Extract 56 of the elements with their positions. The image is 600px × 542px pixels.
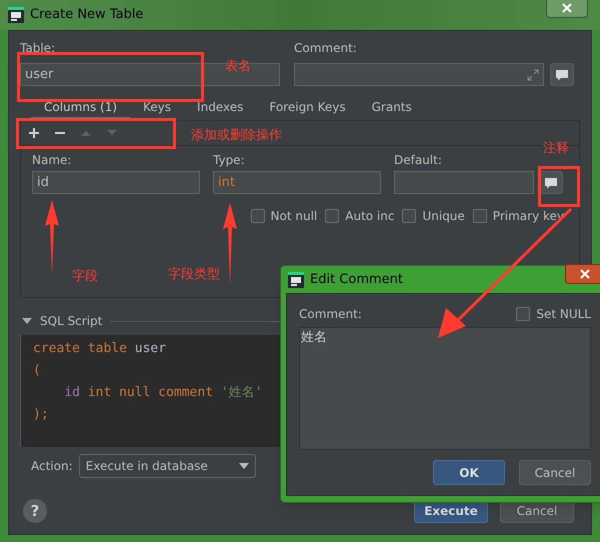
annotation-label: 添加或删除操作 — [191, 129, 282, 142]
comment-field[interactable] — [294, 63, 544, 86]
app-logo-icon — [8, 7, 24, 23]
column-name-field[interactable]: id — [32, 171, 200, 194]
checkbox[interactable] — [250, 209, 265, 223]
speech-bubble-icon — [555, 68, 569, 80]
cancel-button[interactable]: Cancel — [519, 460, 591, 485]
highlight-box — [538, 166, 580, 207]
window-title: Edit Comment — [310, 270, 403, 289]
section-title: SQL Script — [40, 313, 102, 330]
checkbox-label: Auto inc — [345, 208, 394, 225]
action-label: Action: — [31, 458, 73, 475]
code-line: id int null comment '姓名' — [63, 384, 263, 402]
tab[interactable]: Grants — [358, 97, 425, 120]
checkbox-label: Set NULL — [536, 306, 591, 323]
expand-icon — [527, 68, 539, 80]
code-line: ); — [33, 406, 49, 424]
caret-icon — [238, 463, 249, 469]
name-label: Name: — [32, 152, 72, 167]
tab[interactable]: Columns (1) — [31, 97, 130, 120]
checkbox[interactable] — [402, 209, 416, 223]
code-line: ( — [33, 362, 41, 380]
tab[interactable]: Keys — [130, 97, 184, 120]
close-icon — [562, 3, 572, 13]
speech-bubble-icon — [544, 176, 558, 188]
comment-label: Comment: — [294, 40, 358, 55]
default-field[interactable] — [394, 171, 534, 194]
tab[interactable]: Indexes — [184, 97, 256, 120]
close-button[interactable] — [546, 0, 588, 18]
default-label: Default: — [394, 152, 443, 167]
tab[interactable]: Foreign Keys — [256, 97, 359, 120]
app-logo-icon — [288, 272, 304, 288]
collapse-toggle-icon[interactable] — [22, 316, 32, 326]
annotation-label: 表名 — [225, 60, 251, 73]
close-icon — [580, 269, 590, 279]
close-button[interactable] — [565, 264, 600, 284]
code-line: create table user — [33, 340, 166, 358]
annotation-label: 字段 — [72, 270, 98, 283]
checkbox[interactable] — [472, 209, 487, 223]
type-label: Type: — [213, 152, 246, 167]
annotation-label: 注释 — [543, 142, 569, 155]
annotation-label: 字段类型 — [168, 268, 220, 281]
comment-text-area[interactable]: 姓名 — [299, 327, 591, 450]
column-type-field[interactable]: int — [213, 171, 381, 194]
window-title: Create New Table — [30, 6, 144, 24]
comment-label: Comment: — [299, 306, 362, 323]
comment-button[interactable] — [550, 63, 574, 86]
action-dropdown[interactable]: Execute in database — [78, 454, 256, 478]
checkbox[interactable] — [516, 307, 530, 321]
checkbox-label: Unique — [422, 208, 465, 225]
checkbox-label: Not null — [270, 208, 318, 225]
checkbox[interactable] — [325, 209, 340, 223]
ok-button[interactable]: OK — [433, 460, 505, 485]
help-button[interactable]: ? — [23, 499, 47, 523]
comment-button[interactable] — [539, 171, 563, 194]
table-label: Table: — [20, 40, 56, 55]
